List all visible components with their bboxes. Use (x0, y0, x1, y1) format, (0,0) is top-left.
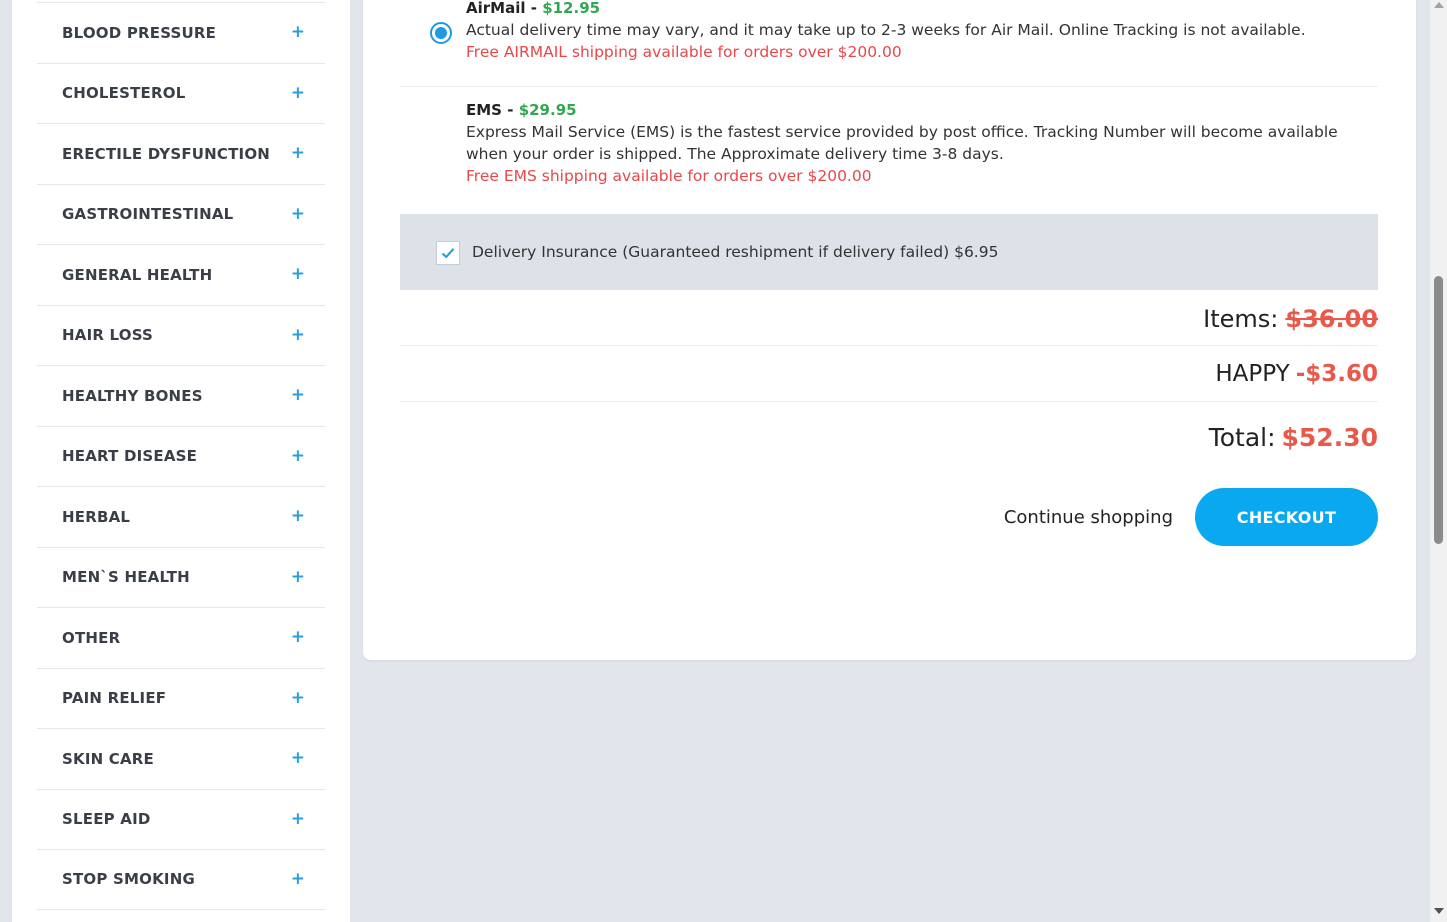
scroll-up-arrow-icon[interactable] (1434, 2, 1444, 8)
plus-icon[interactable]: + (291, 750, 305, 767)
category-item-healthy-bones[interactable]: HEALTHY BONES + (37, 365, 325, 426)
category-item-general-health[interactable]: GENERAL HEALTH + (37, 244, 325, 305)
insurance-label: Delivery Insurance (Guaranteed reshipmen… (472, 243, 999, 261)
order-totals: Items: $36.00 HAPPY -$3.60 Total: $52.30 (400, 290, 1378, 468)
category-label: HEART DISEASE (62, 447, 198, 466)
continue-shopping-link[interactable]: Continue shopping (1004, 507, 1173, 528)
scrollbar-thumb[interactable] (1434, 276, 1443, 544)
items-subtotal-row: Items: $36.00 (400, 290, 1378, 346)
ems-description: Express Mail Service (EMS) is the fastes… (466, 123, 1338, 163)
cart-actions: Continue shopping CHECKOUT (1004, 488, 1378, 546)
checkout-button[interactable]: CHECKOUT (1195, 488, 1378, 546)
coupon-discount: -$3.60 (1295, 360, 1378, 387)
category-label: HEALTHY BONES (62, 386, 203, 405)
airmail-radio[interactable] (430, 22, 452, 44)
plus-icon[interactable]: + (291, 870, 305, 888)
airmail-price: $12.95 (542, 0, 601, 17)
category-item-stop-smoking[interactable]: STOP SMOKING + (37, 849, 325, 910)
category-label: PAIN RELIEF (62, 689, 167, 708)
category-item-erectile-dysfunction[interactable]: ERECTILE DYSFUNCTION + (37, 123, 325, 184)
plus-icon[interactable]: + (291, 145, 305, 162)
plus-icon[interactable]: + (291, 205, 305, 223)
category-label: MEN`S HEALTH (62, 568, 190, 587)
checkmark-icon (441, 248, 455, 259)
plus-icon[interactable]: + (291, 24, 305, 41)
plus-icon[interactable]: + (291, 810, 305, 828)
plus-icon[interactable]: + (291, 387, 305, 404)
airmail-name: AirMail (466, 0, 526, 17)
category-label: BLOOD PRESSURE (62, 23, 217, 42)
grand-total-row: Total: $52.30 (400, 402, 1378, 468)
shipping-options: AirMail - $12.95 Actual delivery time ma… (400, 0, 1378, 247)
plus-icon[interactable]: + (291, 629, 305, 646)
category-label: CHOLESTEROL (62, 84, 186, 103)
coupon-row: HAPPY -$3.60 (400, 346, 1378, 402)
ems-separator: - (507, 101, 514, 119)
category-label: STOP SMOKING (62, 870, 195, 889)
scroll-down-arrow-icon[interactable] (1434, 908, 1444, 914)
items-label: Items: (1203, 304, 1279, 333)
category-item-herbal[interactable]: HERBAL + (37, 486, 325, 547)
plus-icon[interactable]: + (291, 568, 305, 586)
category-sidebar: BLOOD PRESSURE + CHOLESTEROL + ERECTILE … (12, 0, 350, 922)
ems-title: EMS - $29.95 (466, 101, 1378, 119)
plus-icon[interactable]: + (291, 508, 305, 525)
ems-name: EMS (466, 101, 502, 119)
category-item-hair-loss[interactable]: HAIR LOSS + (37, 304, 325, 366)
airmail-title: AirMail - $12.95 (466, 0, 1378, 17)
category-item-cholesterol[interactable]: CHOLESTEROL + (37, 62, 325, 124)
plus-icon[interactable]: + (291, 266, 305, 283)
category-item-gastrointestinal[interactable]: GASTROINTESTINAL + (37, 183, 325, 245)
category-item-skin-care[interactable]: SKIN CARE + (37, 728, 325, 789)
plus-icon[interactable]: + (291, 84, 305, 102)
category-item-pain-relief[interactable]: PAIN RELIEF + (37, 667, 325, 729)
category-label: SLEEP AID (62, 810, 151, 829)
delivery-insurance-row[interactable]: Delivery Insurance (Guaranteed reshipmen… (400, 214, 1378, 290)
category-label: GENERAL HEALTH (62, 265, 213, 284)
plus-icon[interactable]: + (291, 326, 305, 344)
ems-free-note: Free EMS shipping available for orders o… (466, 167, 872, 185)
total-label: Total: (1208, 422, 1276, 452)
plus-icon[interactable]: + (291, 447, 305, 465)
airmail-separator: - (530, 0, 537, 17)
category-label: SKIN CARE (62, 749, 154, 768)
category-label: GASTROINTESTINAL (62, 205, 234, 224)
category-item-heart-disease[interactable]: HEART DISEASE + (37, 425, 325, 487)
airmail-description: Actual delivery time may vary, and it ma… (466, 21, 1306, 39)
ems-price: $29.95 (518, 101, 577, 119)
category-label: HAIR LOSS (62, 326, 154, 345)
category-item-other[interactable]: OTHER + (37, 607, 325, 668)
page-scrollbar[interactable] (1430, 0, 1447, 922)
shipping-option-airmail[interactable]: AirMail - $12.95 Actual delivery time ma… (400, 0, 1378, 87)
category-label: OTHER (62, 628, 121, 647)
airmail-free-note: Free AIRMAIL shipping available for orde… (466, 43, 902, 61)
category-item-mens-health[interactable]: MEN`S HEALTH + (37, 546, 325, 608)
category-label: HERBAL (62, 507, 131, 526)
shipping-option-ems[interactable]: EMS - $29.95 Express Mail Service (EMS) … (400, 87, 1378, 247)
total-value: $52.30 (1281, 422, 1378, 452)
coupon-code: HAPPY (1215, 360, 1290, 387)
insurance-checkbox[interactable] (436, 241, 460, 265)
items-value: $36.00 (1285, 304, 1378, 333)
category-item-sleep-aid[interactable]: SLEEP AID + (37, 788, 325, 850)
plus-icon[interactable]: + (291, 689, 305, 707)
cart-summary-card: AirMail - $12.95 Actual delivery time ma… (363, 0, 1416, 660)
category-item-blood-pressure[interactable]: BLOOD PRESSURE + (37, 2, 325, 63)
category-list: BLOOD PRESSURE + CHOLESTEROL + ERECTILE … (37, 2, 325, 910)
category-label: ERECTILE DYSFUNCTION (62, 144, 271, 163)
